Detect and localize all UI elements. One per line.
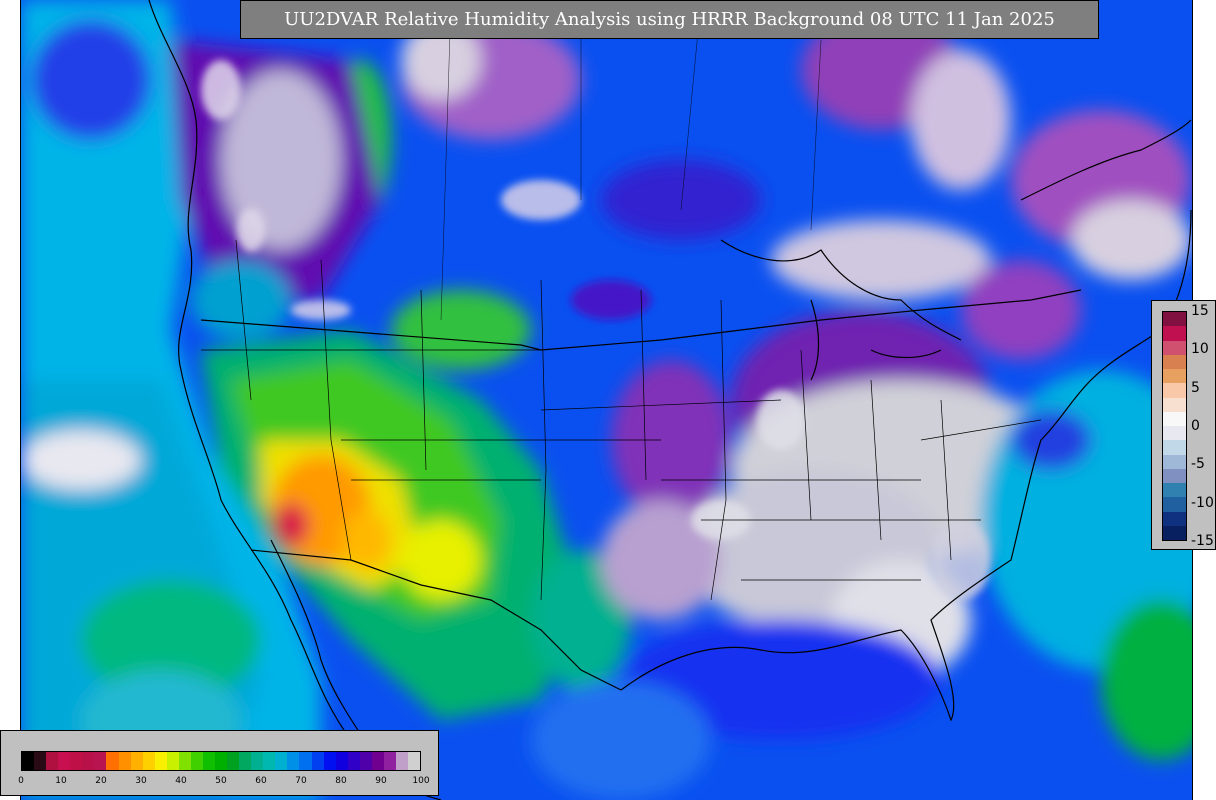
colorbar-swatch	[227, 752, 240, 770]
rh-colorbar-panel: 0 10 20 30 40 50 60 70 80 90 100	[0, 730, 439, 796]
colorbar-swatch	[323, 752, 336, 770]
colorbar-swatch	[299, 752, 312, 770]
colorbar-swatch	[395, 752, 408, 770]
legend-swatch	[1163, 369, 1186, 384]
colorbar-swatch	[287, 752, 300, 770]
colorbar-swatch	[202, 752, 215, 770]
map-title: UU2DVAR Relative Humidity Analysis using…	[240, 0, 1099, 39]
legend-tick-label: 15	[1191, 303, 1209, 319]
colorbar-tick-label: 10	[55, 776, 67, 786]
colorbar-swatch	[70, 752, 83, 770]
rh-analysis-map	[20, 0, 1193, 800]
colorbar-tick-label: 30	[135, 776, 147, 786]
legend-swatch	[1163, 411, 1186, 426]
legend-swatch	[1163, 426, 1186, 441]
legend-tick-label: -10	[1191, 494, 1214, 511]
legend-swatch	[1163, 525, 1186, 540]
legend-swatch	[1163, 468, 1186, 483]
legend-tick-label: -5	[1191, 456, 1205, 473]
colorbar-swatch	[178, 752, 191, 770]
legend-swatch	[1163, 354, 1186, 369]
legend-tick-label: -15	[1191, 533, 1214, 549]
colorbar-swatch	[383, 752, 396, 770]
colorbar-swatch	[154, 752, 167, 770]
legend-swatch	[1163, 397, 1186, 412]
colorbar-swatch	[22, 752, 35, 770]
colorbar-swatch	[142, 752, 155, 770]
difference-legend-strip	[1162, 311, 1187, 541]
colorbar-tick-label: 60	[255, 776, 267, 786]
colorbar-swatch	[263, 752, 276, 770]
legend-swatch	[1163, 340, 1186, 355]
difference-legend-panel: 15 10 5 0 -5 -10 -15	[1151, 300, 1216, 550]
colorbar-swatch	[58, 752, 71, 770]
colorbar-tick-label: 80	[335, 776, 347, 786]
colorbar-swatch	[347, 752, 360, 770]
colorbar-tick-label: 100	[412, 776, 430, 786]
legend-swatch	[1163, 440, 1186, 455]
legend-swatch	[1163, 483, 1186, 498]
colorbar-swatch	[34, 752, 47, 770]
colorbar-tick-label: 40	[175, 776, 187, 786]
colorbar-swatch	[335, 752, 348, 770]
colorbar-swatch	[106, 752, 119, 770]
colorbar-tick-label: 20	[95, 776, 107, 786]
colorbar-swatch	[311, 752, 324, 770]
legend-tick-label: 5	[1191, 379, 1200, 396]
colorbar-swatch	[82, 752, 95, 770]
legend-swatch	[1163, 511, 1186, 526]
colorbar-swatch	[408, 752, 421, 770]
legend-tick-label: 0	[1191, 418, 1200, 434]
colorbar-swatch	[275, 752, 288, 770]
colorbar-swatch	[118, 752, 131, 770]
colorbar-swatch	[359, 752, 372, 770]
colorbar-swatch	[190, 752, 203, 770]
colorbar-swatch	[46, 752, 59, 770]
legend-tick-label: 10	[1191, 341, 1209, 358]
colorbar-tick-label: 90	[375, 776, 387, 786]
colorbar-tick-label: 70	[295, 776, 307, 786]
colorbar-swatch	[215, 752, 228, 770]
legend-swatch	[1163, 312, 1186, 327]
legend-swatch	[1163, 326, 1186, 341]
colorbar-swatch	[166, 752, 179, 770]
colorbar-tick-label: 0	[18, 776, 24, 786]
rh-field-svg	[21, 0, 1192, 800]
colorbar-swatch	[371, 752, 384, 770]
colorbar-swatch	[239, 752, 252, 770]
legend-swatch	[1163, 497, 1186, 512]
legend-swatch	[1163, 454, 1186, 469]
colorbar-tick-label: 50	[215, 776, 227, 786]
colorbar-swatch	[94, 752, 107, 770]
rh-colorbar-strip	[21, 751, 421, 771]
colorbar-swatch	[130, 752, 143, 770]
colorbar-swatch	[251, 752, 264, 770]
legend-swatch	[1163, 383, 1186, 398]
